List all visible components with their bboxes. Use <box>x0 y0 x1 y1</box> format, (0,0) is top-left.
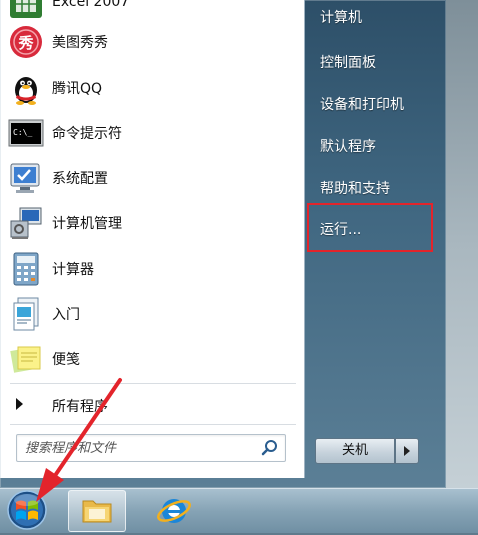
getting-started-icon <box>13 297 39 331</box>
program-label: 系统配置 <box>52 171 108 187</box>
start-menu-left-pane: Excel 2007 秀 美图秀秀 腾讯QQ C:\_ 命令提示符 系统配置 计… <box>0 0 305 478</box>
computer-management-icon <box>10 207 42 239</box>
program-msconfig[interactable]: 系统配置 <box>0 156 300 200</box>
search-icon[interactable] <box>261 439 279 457</box>
command-prompt-icon: C:\_ <box>8 119 44 147</box>
shutdown-options-arrow-icon[interactable] <box>395 438 419 464</box>
program-meitu[interactable]: 秀 美图秀秀 <box>0 20 300 64</box>
search-input[interactable] <box>23 438 263 458</box>
program-label: 命令提示符 <box>52 126 122 142</box>
excel-icon <box>10 0 42 18</box>
menu-item-default-programs[interactable]: 默认程序 <box>320 136 376 156</box>
menu-item-control-panel[interactable]: 控制面板 <box>320 52 376 72</box>
program-calculator[interactable]: 计算器 <box>0 247 300 291</box>
shutdown-button[interactable]: 关机 <box>315 438 395 464</box>
system-config-icon <box>10 163 40 193</box>
program-label: 入门 <box>52 307 80 323</box>
arrow-right-icon <box>16 398 23 410</box>
all-programs-label: 所有程序 <box>52 399 108 415</box>
calculator-icon <box>13 252 39 286</box>
qq-penguin-icon <box>15 77 37 105</box>
program-cmd[interactable]: C:\_ 命令提示符 <box>0 111 300 155</box>
internet-explorer-icon <box>157 499 191 523</box>
program-label: Excel 2007 <box>52 0 130 10</box>
divider <box>10 383 296 384</box>
folder-icon <box>82 500 112 523</box>
program-compmgmt[interactable]: 计算机管理 <box>0 201 300 245</box>
meitu-icon: 秀 <box>10 26 42 58</box>
taskbar-explorer-button[interactable] <box>68 490 126 532</box>
program-label: 计算机管理 <box>52 216 122 232</box>
program-qq[interactable]: 腾讯QQ <box>0 66 300 110</box>
program-label: 腾讯QQ <box>52 81 103 97</box>
svg-text:秀: 秀 <box>17 34 34 52</box>
svg-text:C:\_: C:\_ <box>13 128 32 137</box>
start-button-windows-orb-icon[interactable] <box>2 488 52 532</box>
sticky-notes-icon <box>10 346 41 373</box>
program-sticky-notes[interactable]: 便笺 <box>0 337 300 381</box>
menu-item-help-support[interactable]: 帮助和支持 <box>320 178 390 198</box>
search-box[interactable] <box>16 434 286 462</box>
program-label: 便笺 <box>52 352 80 368</box>
shutdown-control: 关机 <box>315 438 419 464</box>
menu-item-computer[interactable]: 计算机 <box>320 7 362 27</box>
start-menu: Excel 2007 秀 美图秀秀 腾讯QQ C:\_ 命令提示符 系统配置 计… <box>0 0 446 488</box>
program-getting-started[interactable]: 入门 <box>0 292 300 336</box>
divider <box>10 424 296 425</box>
highlight-annotation-box <box>307 203 433 252</box>
program-label: 计算器 <box>52 262 94 278</box>
taskbar-ie-button[interactable] <box>146 490 202 530</box>
all-programs-button[interactable]: 所有程序 <box>0 386 300 422</box>
program-label: 美图秀秀 <box>52 35 108 51</box>
menu-item-devices-printers[interactable]: 设备和打印机 <box>320 94 404 114</box>
